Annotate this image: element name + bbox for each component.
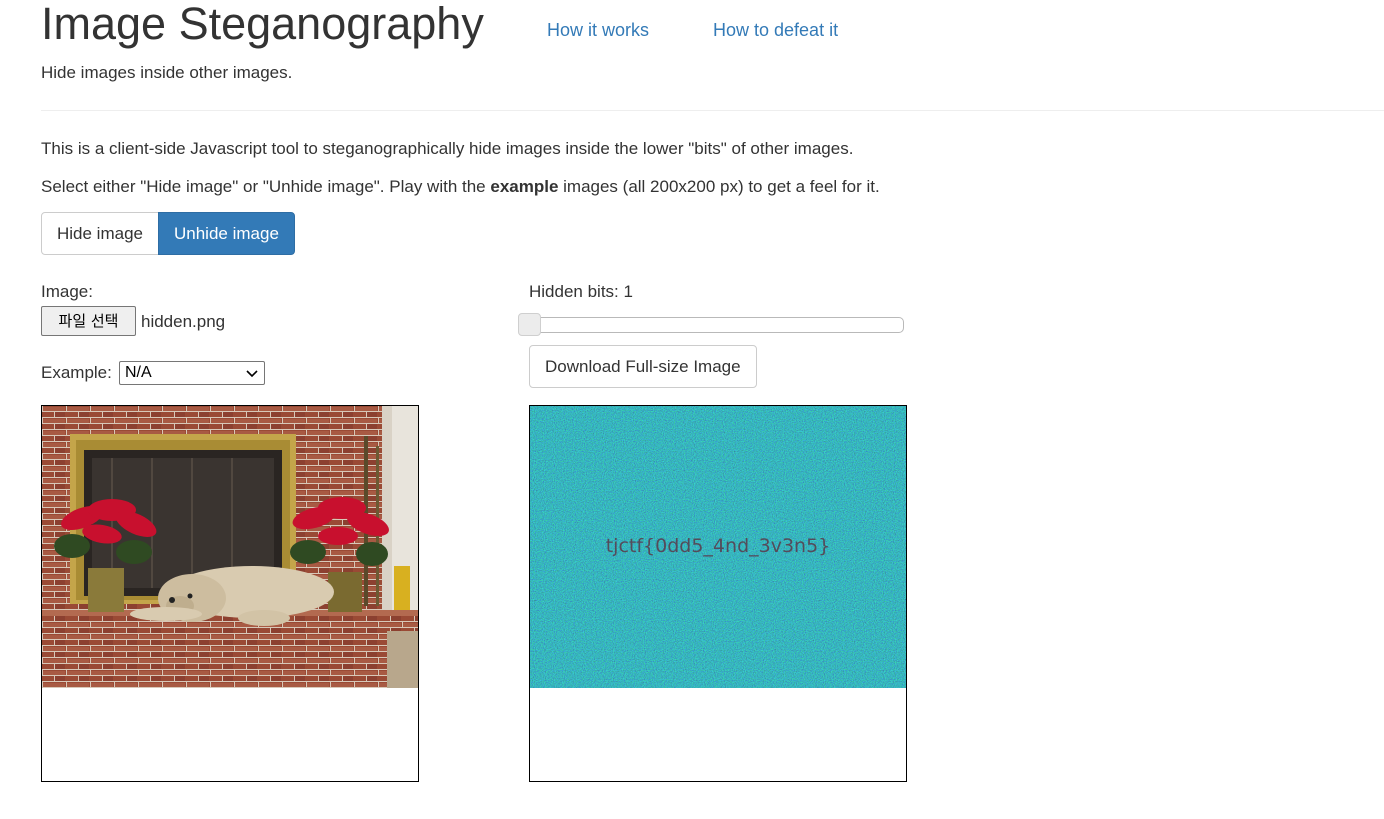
chevron-down-icon bbox=[246, 370, 258, 378]
nav-link-how-it-works[interactable]: How it works bbox=[547, 19, 649, 41]
intro-paragraph: This is a client-side Javascript tool to… bbox=[41, 139, 854, 158]
instructions-text-start: Select either "Hide image" or "Unhide im… bbox=[41, 177, 491, 196]
mode-button-group: Hide image Unhide image bbox=[41, 212, 295, 255]
hide-image-button[interactable]: Hide image bbox=[41, 212, 159, 255]
dog-fireplace-photo bbox=[42, 406, 418, 688]
output-image-canvas: tjctf{0dd5_4nd_3v3n5} bbox=[529, 405, 907, 782]
instructions-paragraph: Select either "Hide image" or "Unhide im… bbox=[41, 176, 880, 198]
revealed-noise-image: tjctf{0dd5_4nd_3v3n5} bbox=[530, 406, 906, 688]
instructions-bold-example: example bbox=[490, 177, 559, 196]
example-label: Example: bbox=[41, 363, 112, 382]
header-divider bbox=[41, 110, 1384, 111]
download-full-size-button[interactable]: Download Full-size Image bbox=[529, 345, 757, 388]
page-subtitle: Hide images inside other images. bbox=[41, 63, 293, 82]
unhide-image-button[interactable]: Unhide image bbox=[158, 212, 295, 255]
instructions-text-end: images (all 200x200 px) to get a feel fo… bbox=[558, 177, 880, 196]
selected-file-name: hidden.png bbox=[141, 312, 226, 331]
hidden-bits-slider-thumb[interactable] bbox=[518, 313, 541, 336]
input-image-canvas bbox=[41, 405, 419, 782]
hidden-bits-slider[interactable] bbox=[529, 317, 904, 333]
example-select[interactable]: N/A bbox=[119, 361, 265, 385]
revealed-hidden-text: tjctf{0dd5_4nd_3v3n5} bbox=[606, 535, 831, 557]
hidden-bits-label: Hidden bits: 1 bbox=[529, 282, 633, 301]
page-title: Image Steganography bbox=[41, 0, 484, 49]
choose-file-button[interactable]: 파일 선택 bbox=[41, 306, 136, 336]
image-input-label: Image: bbox=[41, 282, 93, 301]
nav-link-how-to-defeat-it[interactable]: How to defeat it bbox=[713, 19, 838, 41]
example-select-value: N/A bbox=[125, 364, 152, 381]
